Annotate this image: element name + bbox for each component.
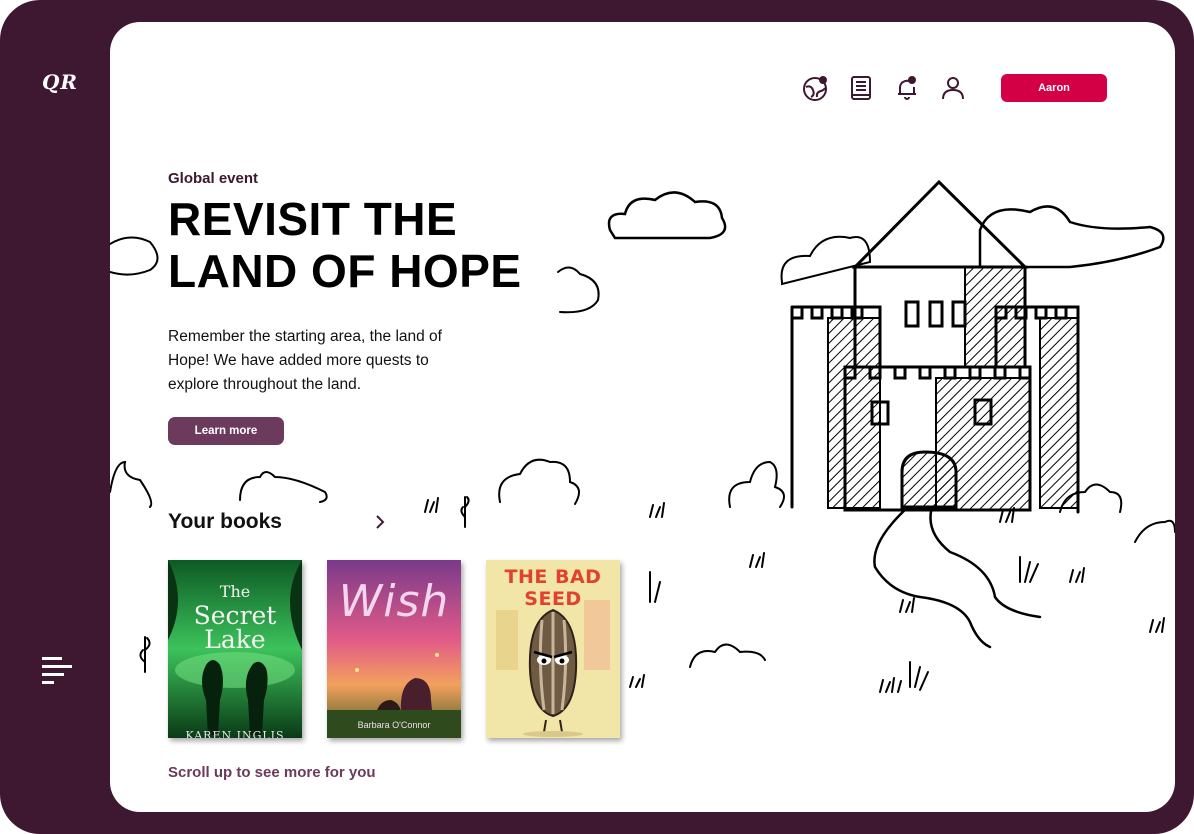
menu-icon[interactable] <box>42 656 74 686</box>
bell-icon[interactable] <box>893 74 921 102</box>
book-title: THE BAD SEED <box>504 566 602 610</box>
hero-title-line2: LAND OF HOPE <box>168 245 522 297</box>
user-icon[interactable] <box>939 74 967 102</box>
app-frame: QR Aaron Global event REVISIT THE LAND O… <box>0 0 1194 834</box>
hero-section: Global event REVISIT THE LAND OF HOPE Re… <box>168 170 548 445</box>
hero-description: Remember the starting area, the land of … <box>168 328 442 393</box>
learn-more-button[interactable]: Learn more <box>168 417 284 445</box>
books-list: The Secret Lake KAREN INGLIS Wish Barbar… <box>168 560 620 738</box>
chevron-right-icon[interactable] <box>370 512 390 532</box>
globe-icon[interactable] <box>801 74 829 102</box>
app-logo[interactable]: QR <box>42 70 78 94</box>
user-profile-button[interactable]: Aaron <box>1001 74 1107 102</box>
book-cover-bad-seed[interactable]: THE BAD SEED <box>486 560 620 738</box>
book-author: Barbara O'Connor <box>357 720 431 730</box>
book-title: The Secret Lake <box>193 582 277 654</box>
books-section-title: Your books <box>168 510 282 533</box>
books-header: Your books <box>168 510 390 534</box>
book-cover-wish[interactable]: Wish Barbara O'Connor <box>327 560 461 738</box>
top-bar: Aaron <box>801 74 1107 102</box>
book-author: KAREN INGLIS <box>185 729 285 738</box>
hero-title: REVISIT THE LAND OF HOPE <box>168 193 568 297</box>
book-title: Wish <box>338 576 450 627</box>
main-screen: Aaron Global event REVISIT THE LAND OF H… <box>110 22 1175 812</box>
hero-title-line1: REVISIT THE <box>168 193 458 245</box>
event-label: Global event <box>168 170 259 187</box>
book-cover-secret-lake[interactable]: The Secret Lake KAREN INGLIS <box>168 560 302 738</box>
book-icon[interactable] <box>847 74 875 102</box>
scroll-hint: Scroll up to see more for you <box>168 764 376 781</box>
